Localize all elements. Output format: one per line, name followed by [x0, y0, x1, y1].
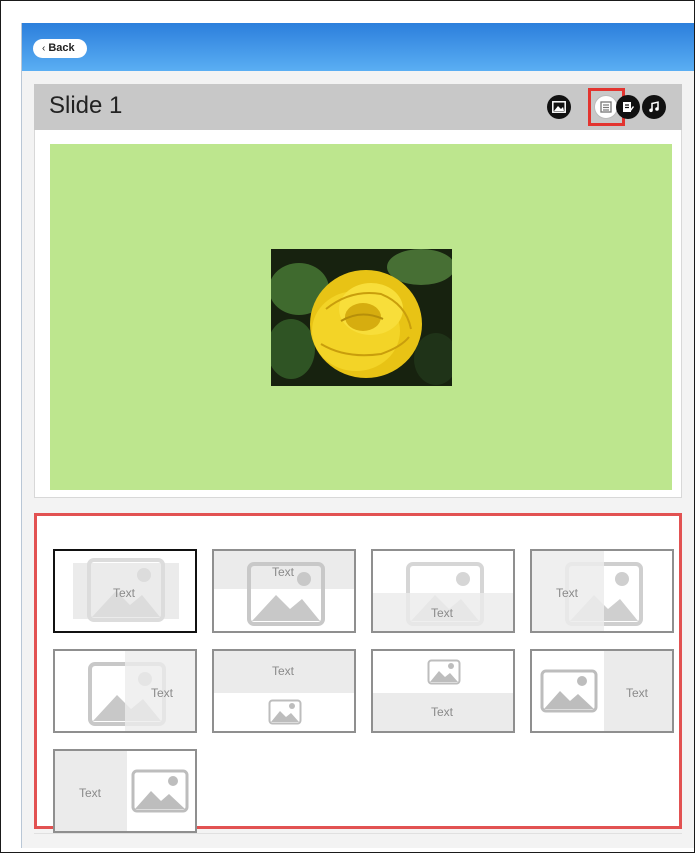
- image-placeholder-icon: [268, 699, 302, 725]
- layout-text: Text: [431, 705, 454, 719]
- layout-text: Text: [272, 664, 295, 678]
- image-placeholder-icon: [540, 669, 598, 713]
- layout-text: Text: [272, 565, 295, 579]
- layout-text: Text: [79, 786, 102, 800]
- layout-tile-5[interactable]: Text: [53, 649, 197, 733]
- layout-text: Text: [431, 606, 454, 620]
- slide-canvas[interactable]: [50, 144, 672, 490]
- back-button[interactable]: ‹ Back: [33, 39, 87, 58]
- layout-tile-6[interactable]: Text: [212, 649, 356, 733]
- layout-text: Text: [556, 586, 579, 600]
- text-edit-icon[interactable]: [616, 95, 640, 119]
- music-icon[interactable]: [642, 95, 666, 119]
- layout-icon[interactable]: [594, 95, 618, 119]
- layout-picker: Text Text Text Text Text Text Text Text …: [34, 513, 682, 833]
- layout-tile-2[interactable]: Text: [212, 549, 356, 633]
- image-placeholder-icon: [427, 659, 461, 685]
- chevron-left-icon: ‹: [42, 43, 46, 54]
- image-placeholder-icon: [131, 769, 189, 813]
- slide-header: Slide 1: [34, 84, 682, 130]
- divider: [34, 833, 682, 834]
- rose-image: [271, 249, 452, 386]
- layout-tile-1[interactable]: Text: [53, 549, 197, 633]
- layout-tile-3[interactable]: Text: [371, 549, 515, 633]
- slide-photo[interactable]: [271, 249, 452, 386]
- app-container: ‹ Back Slide 1 Text Text Text Text Text …: [21, 23, 694, 848]
- layout-text: Text: [113, 586, 136, 600]
- top-bar: ‹ Back: [22, 23, 694, 71]
- slide-title: Slide 1: [49, 92, 123, 119]
- back-button-label: Back: [48, 42, 75, 54]
- layout-tile-7[interactable]: Text: [371, 649, 515, 733]
- layout-tile-4[interactable]: Text: [530, 549, 674, 633]
- window-frame: ‹ Back Slide 1 Text Text Text Text Text …: [0, 0, 695, 853]
- layout-tile-8[interactable]: Text: [530, 649, 674, 733]
- layout-text: Text: [151, 686, 174, 700]
- layout-tile-9[interactable]: Text: [53, 749, 197, 833]
- image-icon[interactable]: [547, 95, 571, 119]
- layout-text: Text: [626, 686, 649, 700]
